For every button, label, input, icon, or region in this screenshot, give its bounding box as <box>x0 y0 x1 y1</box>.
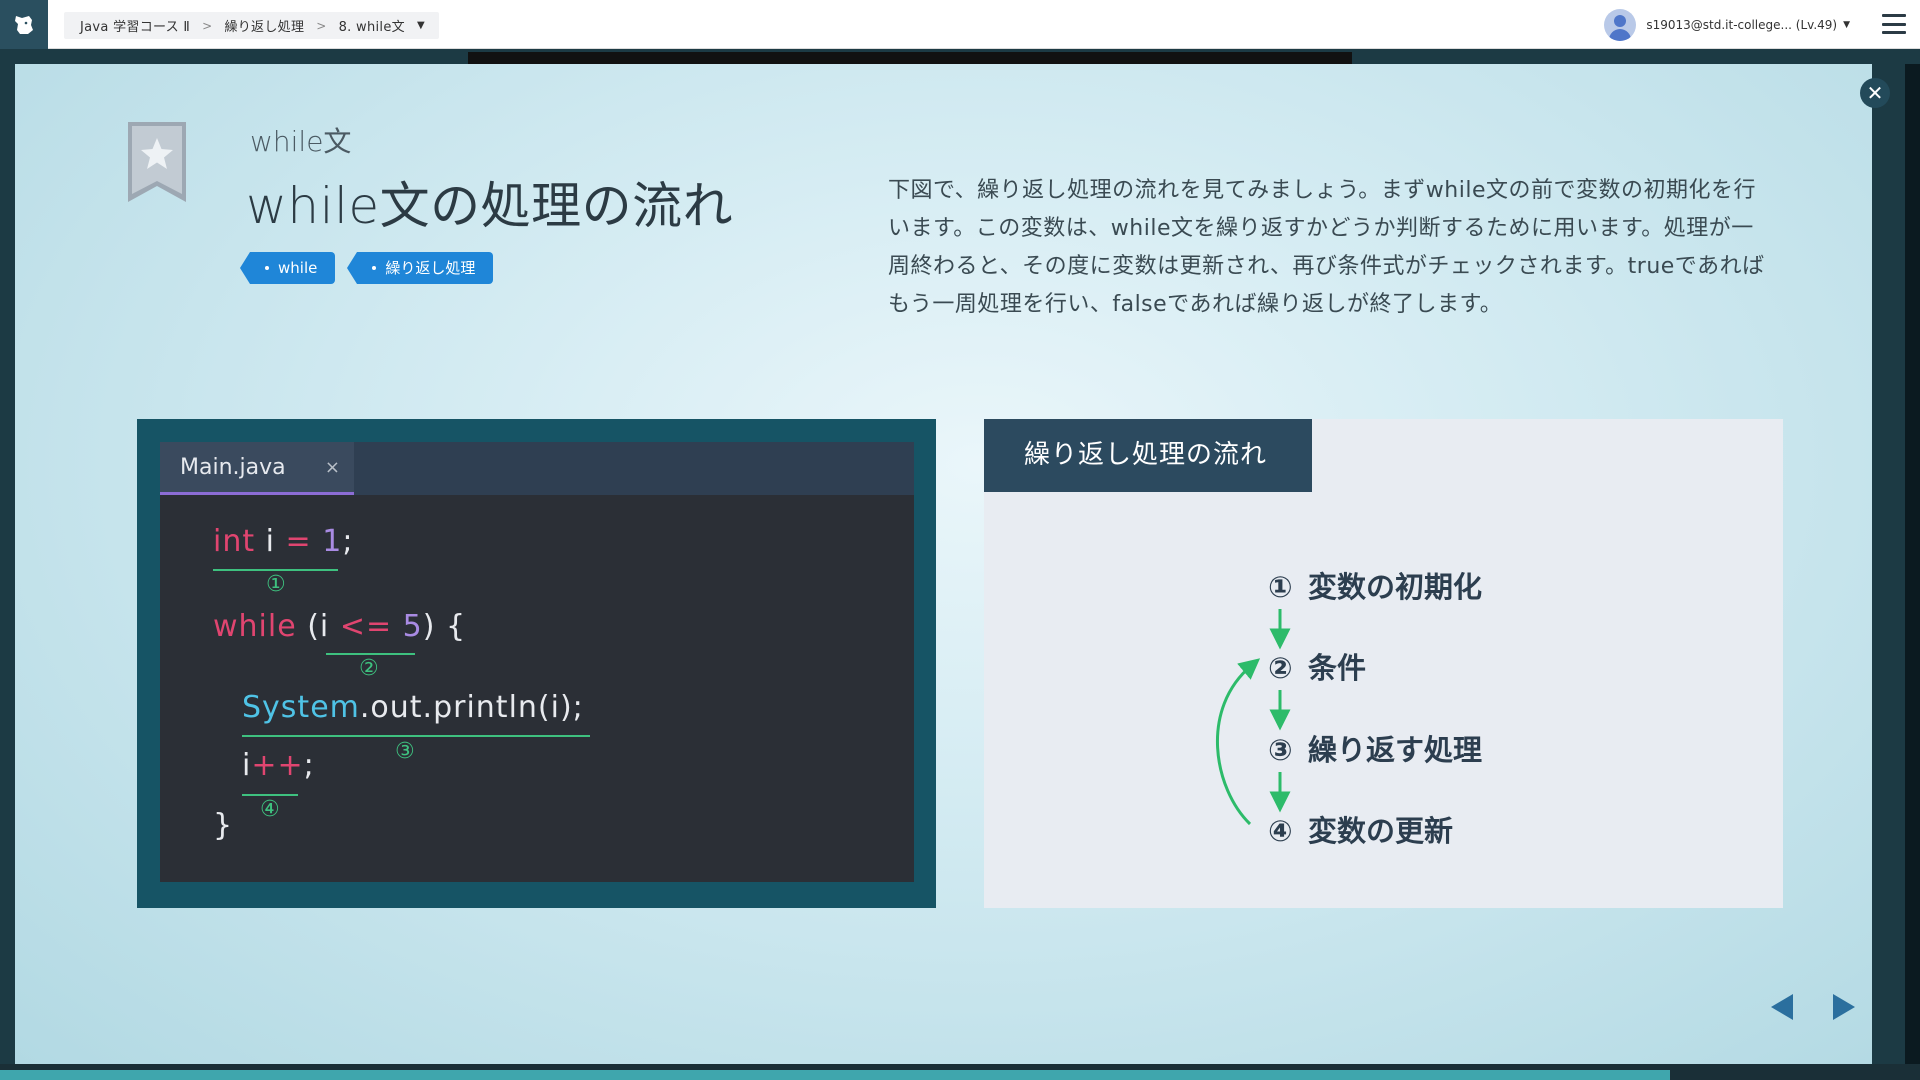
caret-down-icon[interactable]: ▼ <box>417 20 425 31</box>
code-editor: Main.java × int i = 1; ① while (i <= 5) … <box>160 442 914 882</box>
lesson-title: while文の処理の流れ <box>246 177 734 235</box>
marker-1: ① <box>266 572 287 597</box>
user-menu[interactable]: s19013@std.it-college... (Lv.49) ▼ <box>1604 8 1850 42</box>
code-panel: Main.java × int i = 1; ① while (i <= 5) … <box>137 419 936 908</box>
next-slide-icon[interactable] <box>1833 994 1855 1020</box>
hamburger-icon[interactable] <box>1882 14 1906 34</box>
editor-tab-bar: Main.java × <box>160 442 914 495</box>
lesson-subtitle: while文 <box>250 125 352 158</box>
marker-3: ③ <box>395 739 416 764</box>
flow-panel: 繰り返し処理の流れ ① 変数の初期化 ② 条件 ③ 繰り返す処理 ④ 変数の更新 <box>984 419 1783 908</box>
loop-back-arrow <box>1215 658 1261 826</box>
user-name[interactable]: s19013@std.it-college... (Lv.49) <box>1646 18 1837 32</box>
breadcrumb-lesson[interactable]: 8. while文 <box>339 16 405 35</box>
code-line-2: while (i <= 5) { <box>213 609 467 644</box>
breadcrumb-chapter[interactable]: 繰り返し処理 <box>224 16 304 35</box>
logo[interactable] <box>0 0 48 49</box>
underline-1 <box>213 569 338 571</box>
dog-logo-icon <box>15 15 33 34</box>
flow-step-4: ④ 変数の更新 <box>1268 814 1454 848</box>
avatar[interactable] <box>1604 9 1637 41</box>
top-bar: Java 学習コース Ⅱ > 繰り返し処理 > 8. while文 ▼ s190… <box>0 0 1920 49</box>
flow-step-2: ② 条件 <box>1268 651 1367 685</box>
code-line-4: i++; <box>242 748 315 783</box>
bookmark-icon[interactable] <box>128 122 186 202</box>
breadcrumb-course[interactable]: Java 学習コース Ⅱ <box>80 16 190 35</box>
caret-down-icon[interactable]: ▼ <box>1843 20 1850 30</box>
marker-2: ② <box>359 656 380 681</box>
progress-bar <box>0 1070 1670 1080</box>
prev-slide-icon[interactable] <box>1771 994 1793 1020</box>
code-line-1: int i = 1; <box>213 524 354 559</box>
breadcrumb: Java 学習コース Ⅱ > 繰り返し処理 > 8. while文 ▼ <box>64 12 439 39</box>
tag-loop[interactable]: 繰り返し処理 <box>347 252 494 284</box>
close-button[interactable]: ✕ <box>1860 78 1890 108</box>
tab-main-java[interactable]: Main.java × <box>160 442 354 495</box>
tab-label: Main.java <box>180 455 286 480</box>
code-line-3: System.out.println(i); <box>242 690 584 725</box>
code-line-5: } <box>213 808 234 843</box>
marker-4: ④ <box>260 797 281 822</box>
scroll-shade <box>1905 64 1920 1080</box>
backdrop-strip <box>468 52 1352 64</box>
code-area: int i = 1; ① while (i <= 5) { ② System.o… <box>160 495 914 882</box>
underline-2 <box>326 653 415 655</box>
close-icon[interactable]: × <box>325 442 340 494</box>
chevron-right-icon: > <box>202 18 213 33</box>
underline-3 <box>242 735 590 737</box>
flow-step-1: ① 変数の初期化 <box>1268 570 1483 604</box>
flow-step-3: ③ 繰り返す処理 <box>1268 733 1483 767</box>
tag-while[interactable]: while <box>239 252 336 284</box>
underline-4 <box>242 794 298 796</box>
chevron-right-icon: > <box>316 18 327 33</box>
lesson-description: 下図で、繰り返し処理の流れを見てみましょう。まずwhile文の前で変数の初期化を… <box>888 178 1765 317</box>
tag-list: while 繰り返し処理 <box>239 252 494 284</box>
